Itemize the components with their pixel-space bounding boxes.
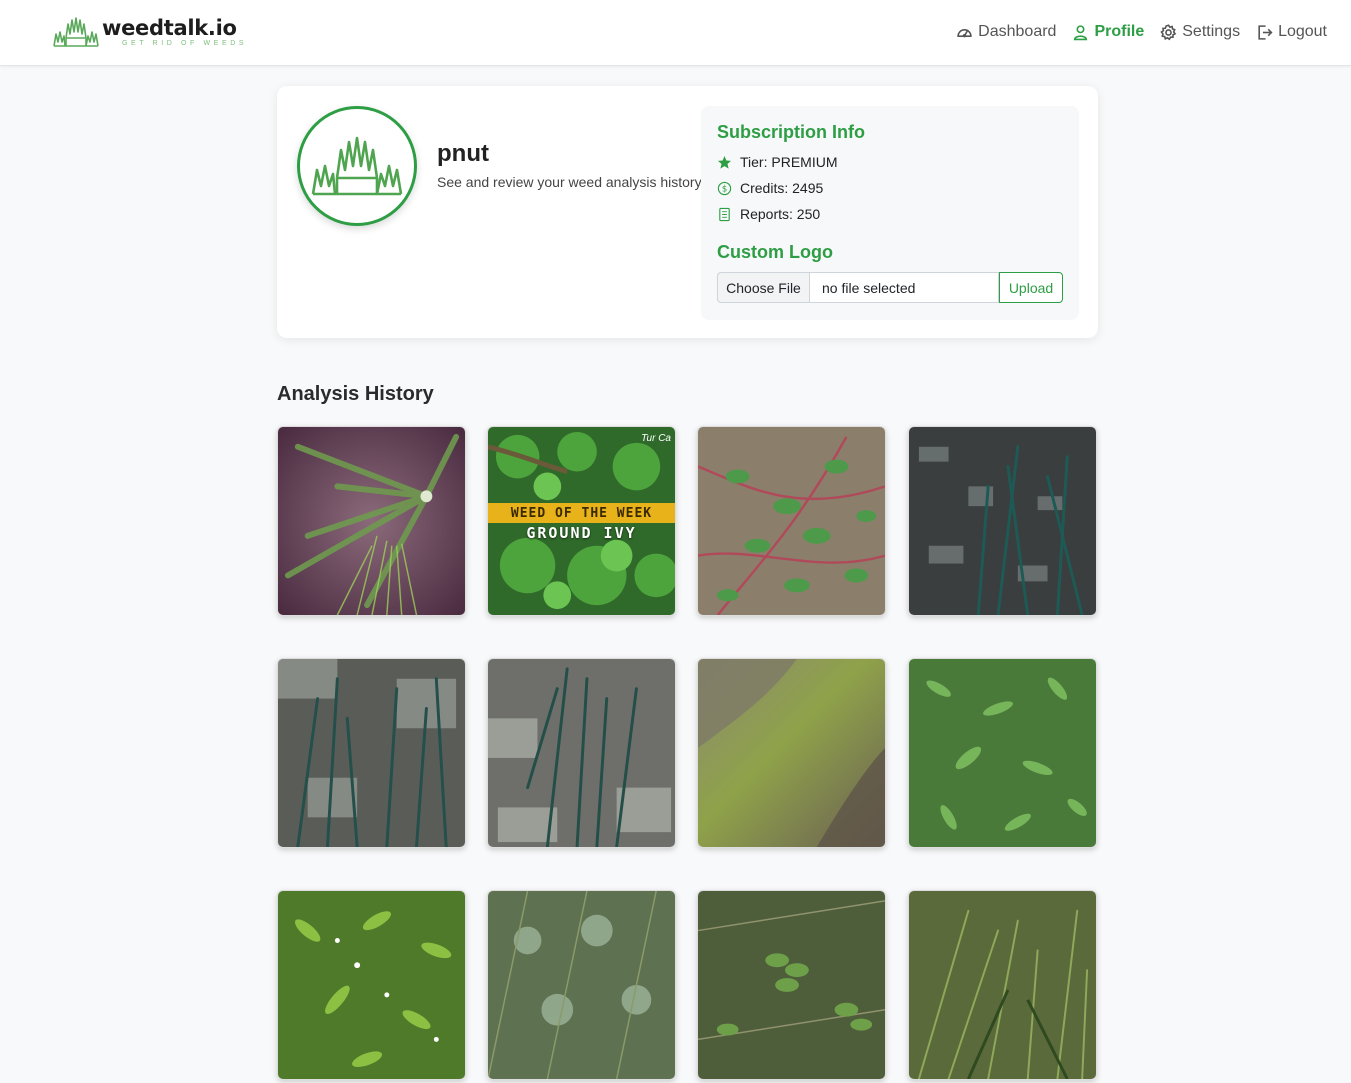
subscription-panel: Subscription Info Tier: PREMIUM $ Credit… xyxy=(701,106,1079,320)
history-thumbnail[interactable] xyxy=(908,426,1097,616)
profile-card: pnut See and review your weed analysis h… xyxy=(277,86,1098,338)
custom-logo-title: Custom Logo xyxy=(717,242,833,262)
weed-photo xyxy=(909,659,1096,847)
weed-photo xyxy=(278,891,465,1079)
history-thumbnail[interactable] xyxy=(277,658,466,848)
main-nav: Dashboard Profile Settings Logout xyxy=(956,20,1327,44)
weed-photo xyxy=(488,891,675,1079)
history-thumbnail[interactable]: Tur Ca WEED OF THE WEEK GROUND IVY xyxy=(487,426,676,616)
file-status-field[interactable]: no file selected xyxy=(809,272,999,303)
credits-label: Credits: 2495 xyxy=(740,180,824,196)
nav-dashboard-label: Dashboard xyxy=(978,23,1057,40)
dashboard-gauge-icon xyxy=(957,28,972,37)
subscription-tier: Tier: PREMIUM xyxy=(717,154,837,170)
weed-photo xyxy=(909,427,1096,615)
weed-photo xyxy=(278,659,465,847)
top-navbar: weedtalk.io GET RID OF WEEDS Dashboard P… xyxy=(0,0,1351,66)
grass-logo-icon xyxy=(53,17,99,47)
weed-photo xyxy=(698,659,885,847)
svg-text:$: $ xyxy=(722,183,727,193)
nav-logout-label: Logout xyxy=(1278,23,1327,40)
thumbnail-corner-text: Tur Ca xyxy=(641,433,671,444)
brand-name: weedtalk.io xyxy=(102,16,237,40)
weed-photo xyxy=(278,427,465,615)
document-icon xyxy=(719,207,730,221)
weed-name-overlay: GROUND IVY xyxy=(526,524,637,542)
history-thumbnail[interactable] xyxy=(697,426,886,616)
profile-subtitle: See and review your weed analysis histor… xyxy=(437,174,702,190)
nav-logout[interactable]: Logout xyxy=(1256,20,1327,44)
brand-tagline: GET RID OF WEEDS xyxy=(122,40,248,47)
brand-logo-link[interactable]: weedtalk.io GET RID OF WEEDS xyxy=(52,16,247,50)
grass-logo-icon xyxy=(311,136,403,196)
reports-label: Reports: 250 xyxy=(740,206,821,222)
weed-photo xyxy=(909,891,1096,1079)
choose-file-button[interactable]: Choose File xyxy=(717,272,809,303)
logo-upload-group: Choose File no file selected Upload xyxy=(717,272,1063,303)
history-thumbnail[interactable] xyxy=(487,658,676,848)
history-thumbnail[interactable] xyxy=(487,890,676,1080)
weed-of-week-banner: WEED OF THE WEEK xyxy=(488,503,675,523)
nav-profile-label: Profile xyxy=(1094,23,1145,40)
history-thumbnail[interactable] xyxy=(277,890,466,1080)
history-thumbnail[interactable] xyxy=(908,658,1097,848)
avatar xyxy=(297,106,417,226)
gear-icon xyxy=(1160,23,1177,40)
profile-username: pnut xyxy=(437,140,489,167)
subscription-title: Subscription Info xyxy=(717,122,865,142)
subscription-reports: Reports: 250 xyxy=(717,206,820,222)
nav-dashboard[interactable]: Dashboard xyxy=(956,20,1056,44)
coin-icon: $ xyxy=(717,181,732,195)
weed-photo xyxy=(698,891,885,1079)
star-icon xyxy=(717,155,732,169)
weed-photo xyxy=(488,659,675,847)
weed-photo xyxy=(698,427,885,615)
subscription-credits: $ Credits: 2495 xyxy=(717,180,823,196)
tier-label: Tier: PREMIUM xyxy=(740,154,838,170)
history-thumbnail[interactable] xyxy=(908,890,1097,1080)
upload-button[interactable]: Upload xyxy=(999,272,1063,303)
logout-icon xyxy=(1258,24,1273,40)
analysis-history-title: Analysis History xyxy=(277,383,434,405)
history-thumbnail[interactable] xyxy=(697,658,886,848)
history-thumbnail[interactable] xyxy=(697,890,886,1080)
nav-settings-label: Settings xyxy=(1182,23,1241,40)
history-thumbnail[interactable] xyxy=(277,426,466,616)
nav-settings[interactable]: Settings xyxy=(1160,20,1240,44)
user-icon xyxy=(1074,24,1088,40)
nav-profile[interactable]: Profile xyxy=(1072,20,1144,44)
